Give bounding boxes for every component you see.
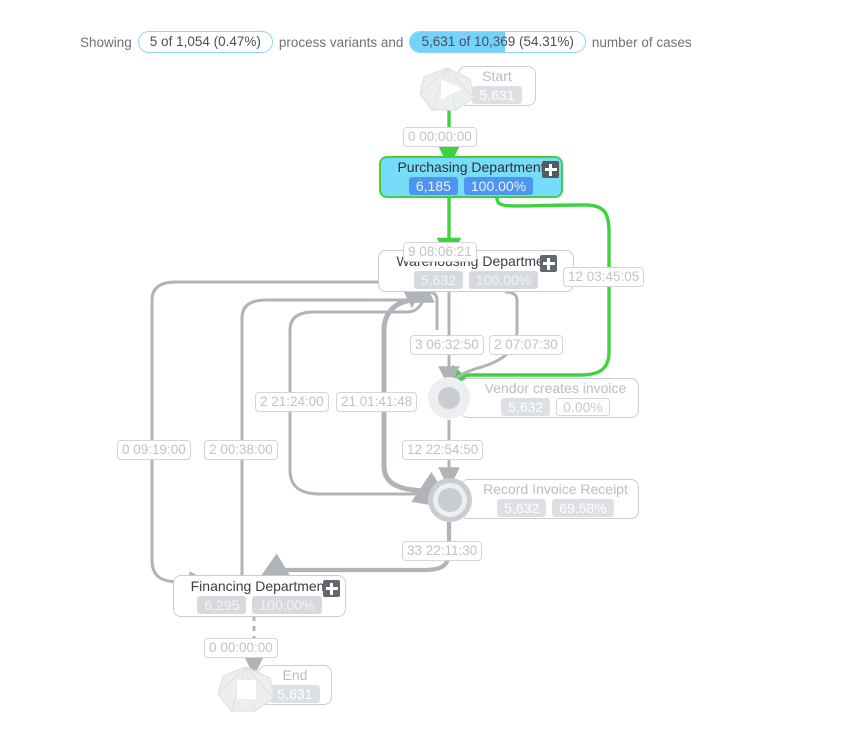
financing-expand-icon[interactable] xyxy=(323,580,340,597)
node-vendor-creates-invoice[interactable]: Vendor creates invoice 5,632 0.00% xyxy=(460,378,639,418)
record-invoice-count: 5,632 xyxy=(497,499,547,517)
purchasing-metrics: 6,185 100.00% xyxy=(408,177,534,195)
end-title: End xyxy=(282,667,308,683)
record-invoice-metrics: 5,632 69.58% xyxy=(497,499,614,517)
start-count: 5,631 xyxy=(472,86,522,104)
edge-duration-label: 3 06:32:50 xyxy=(410,335,484,355)
end-count: 5,631 xyxy=(270,685,320,703)
edge-duration-label: 33 22:11:30 xyxy=(402,541,483,561)
vendor-invoice-circle-icon xyxy=(428,377,470,419)
edge-loop-third-down xyxy=(288,410,420,496)
edge-duration-label: 12 03:45:05 xyxy=(563,267,645,287)
warehousing-metrics: 5,632 100.00% xyxy=(413,271,539,289)
vendor-invoice-count: 5,632 xyxy=(501,398,551,416)
vendor-invoice-title: Vendor creates invoice xyxy=(484,380,627,396)
node-end[interactable]: End 5,631 xyxy=(216,665,332,712)
edge-duration-label: 9 08:06:21 xyxy=(403,242,477,262)
vendor-invoice-percent: 0.00% xyxy=(556,398,610,416)
edge-duration-label: 2 21:24:00 xyxy=(255,392,329,412)
node-record-invoice-receipt[interactable]: Record Invoice Receipt 5,632 69.58% xyxy=(460,479,639,519)
record-invoice-percent: 69.58% xyxy=(552,499,614,517)
financing-percent: 100.00% xyxy=(252,596,322,614)
warehousing-count: 5,632 xyxy=(413,271,463,289)
edge-loop-fifth xyxy=(427,290,439,330)
vendor-invoice-metrics: 5,632 0.00% xyxy=(501,398,610,416)
purchasing-title: Purchasing Department xyxy=(397,159,545,175)
edge-duration-label: 0 09:19:00 xyxy=(117,440,191,460)
start-marker-icon xyxy=(419,67,475,111)
cases-pill-label: 5,631 of 10,369 (54.31%) xyxy=(421,34,574,49)
edge-duration-label: 12 22:54:50 xyxy=(402,440,484,460)
warehousing-expand-icon[interactable] xyxy=(540,255,557,272)
node-financing-department[interactable]: Financing Department 6,295 100.00% xyxy=(173,575,346,617)
purchasing-expand-icon[interactable] xyxy=(542,161,559,178)
node-purchasing-department[interactable]: Purchasing Department 6,185 100.00% xyxy=(379,156,563,198)
record-invoice-circle-inner xyxy=(438,488,462,512)
start-title: Start xyxy=(482,68,512,84)
edge-duration-label: 0 00:00:00 xyxy=(204,638,278,658)
end-metrics: 5,631 xyxy=(270,685,320,703)
purchasing-percent: 100.00% xyxy=(463,177,534,195)
financing-metrics: 6,295 100.00% xyxy=(197,596,322,614)
variants-pill-label: 5 of 1,054 (0.47%) xyxy=(149,34,261,49)
vendor-invoice-circle-inner xyxy=(438,387,460,409)
edge-duration-label: 2 07:07:30 xyxy=(489,335,563,355)
record-invoice-circle-icon xyxy=(428,478,472,522)
record-invoice-title: Record Invoice Receipt xyxy=(483,481,628,497)
financing-title: Financing Department xyxy=(190,578,329,594)
process-map-canvas: Showing 5 of 1,054 (0.47%) process varia… xyxy=(0,0,855,731)
warehousing-percent: 100.00% xyxy=(468,271,539,289)
financing-count: 6,295 xyxy=(197,596,247,614)
edge-duration-label: 21 01:41:48 xyxy=(336,392,418,412)
edge-loop-vendor-to-warehousing-b-tail xyxy=(504,290,519,330)
start-metrics: 5,631 xyxy=(472,86,522,104)
end-marker-icon xyxy=(217,666,275,712)
purchasing-count: 6,185 xyxy=(408,177,458,195)
node-start[interactable]: Start 5,631 xyxy=(418,66,536,111)
edge-duration-label: 2 00:38:00 xyxy=(204,440,278,460)
edge-duration-label: 0 00:00:00 xyxy=(403,127,477,147)
